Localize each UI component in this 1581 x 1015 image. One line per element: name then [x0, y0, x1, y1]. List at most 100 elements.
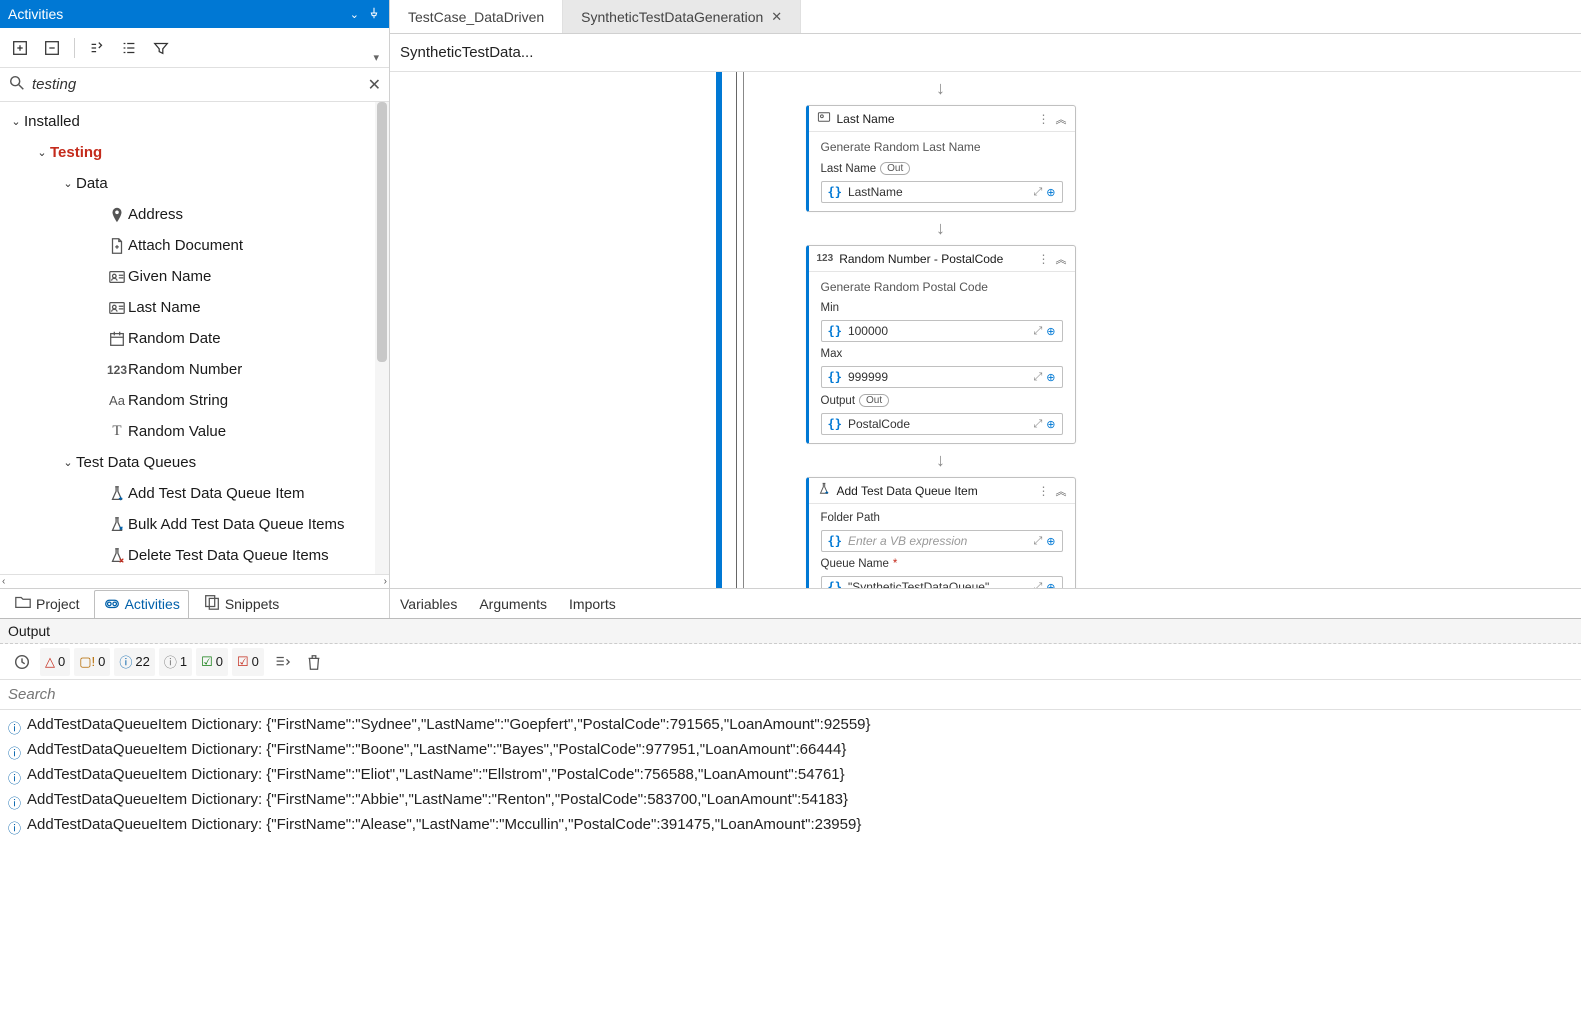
trace-filter-button[interactable]: ⓘ1 — [159, 648, 192, 676]
expand-editor-icon[interactable]: ⤢ — [1033, 581, 1042, 589]
warn-filter-button[interactable]: ▢!0 — [74, 648, 110, 676]
activity-card-random-number[interactable]: 123 Random Number - PostalCode ⋮ ︽ Gener… — [806, 245, 1076, 444]
scroll-right-icon[interactable]: › — [384, 576, 387, 587]
activity-address[interactable]: Address — [0, 199, 389, 230]
tab-variables[interactable]: Variables — [400, 596, 457, 612]
activity-delete-tdq[interactable]: Delete Test Data Queue Items — [0, 540, 389, 571]
expand-editor-icon[interactable]: ⤢ — [1033, 535, 1042, 548]
card-menu-icon[interactable]: ⋮ — [1038, 112, 1050, 126]
lastname-output-field[interactable]: {} LastName ⤢⊕ — [821, 181, 1063, 203]
tab-imports[interactable]: Imports — [569, 596, 616, 612]
log-row[interactable]: ⓘAddTestDataQueueItem Dictionary: {"Firs… — [6, 814, 1575, 839]
number-icon: 123 — [817, 253, 834, 264]
add-option-icon[interactable]: ⊕ — [1046, 581, 1055, 589]
expand-editor-icon[interactable]: ⤢ — [1033, 186, 1042, 199]
close-tab-icon[interactable]: ✕ — [771, 9, 782, 25]
activity-card-last-name[interactable]: Last Name ⋮ ︽ Generate Random Last Name … — [806, 105, 1076, 212]
tree-scrollbar[interactable] — [375, 102, 389, 574]
view-toggle-button[interactable] — [83, 34, 111, 62]
tab-synthetic[interactable]: SyntheticTestDataGeneration ✕ — [563, 0, 801, 33]
activity-add-tdq-item[interactable]: Add Test Data Queue Item — [0, 478, 389, 509]
collapse-all-button[interactable] — [38, 34, 66, 62]
tab-arguments[interactable]: Arguments — [479, 596, 547, 612]
max-field[interactable]: {}999999⤢⊕ — [821, 366, 1063, 388]
tree-node-installed[interactable]: ⌄ Installed — [0, 106, 389, 137]
add-option-icon[interactable]: ⊕ — [1046, 325, 1055, 338]
calendar-icon — [106, 330, 128, 348]
breadcrumb[interactable]: SyntheticTestData... — [390, 34, 1581, 72]
activity-random-value[interactable]: T Random Value — [0, 416, 389, 447]
activity-given-name[interactable]: Given Name — [0, 261, 389, 292]
activity-card-add-tdq[interactable]: Add Test Data Queue Item ⋮ ︽ Folder Path… — [806, 477, 1076, 588]
editor-tabs: TestCase_DataDriven SyntheticTestDataGen… — [390, 0, 1581, 34]
folder-path-field[interactable]: {}Enter a VB expression⤢⊕ — [821, 530, 1063, 552]
scroll-left-icon[interactable]: ‹ — [2, 576, 5, 587]
collapse-icon[interactable]: ︽ — [1056, 483, 1067, 499]
tab-activities[interactable]: Activities — [94, 590, 189, 618]
card-menu-icon[interactable]: ⋮ — [1038, 252, 1050, 266]
location-icon — [106, 206, 128, 224]
tree-node-data[interactable]: ⌄ Data — [0, 168, 389, 199]
tree-node-testing[interactable]: ⌄ Testing — [0, 137, 389, 168]
activity-random-string[interactable]: Aa Random String — [0, 385, 389, 416]
activity-last-name[interactable]: Last Name — [0, 292, 389, 323]
brace-icon: {} — [828, 534, 842, 548]
expand-editor-icon[interactable]: ⤢ — [1033, 325, 1042, 338]
tree-node-tdq[interactable]: ⌄ Test Data Queues — [0, 447, 389, 478]
add-option-icon[interactable]: ⊕ — [1046, 186, 1055, 199]
output-field[interactable]: {}PostalCode⤢⊕ — [821, 413, 1063, 435]
log-row[interactable]: ⓘAddTestDataQueueItem Dictionary: {"Firs… — [6, 764, 1575, 789]
log-row[interactable]: ⓘAddTestDataQueueItem Dictionary: {"Firs… — [6, 739, 1575, 764]
flow-arrow-icon: ↓ — [936, 218, 945, 239]
activity-random-date[interactable]: Random Date — [0, 323, 389, 354]
log-row[interactable]: ⓘAddTestDataQueueItem Dictionary: {"Firs… — [6, 714, 1575, 739]
output-search-input[interactable] — [0, 680, 1581, 709]
tab-project[interactable]: Project — [6, 590, 88, 617]
info-icon: ⓘ — [8, 793, 21, 812]
clear-log-button[interactable] — [300, 648, 328, 676]
add-option-icon[interactable]: ⊕ — [1046, 418, 1055, 431]
queue-name-field[interactable]: {}"SyntheticTestDataQueue"⤢⊕ — [821, 576, 1063, 588]
number-icon: 123 — [106, 363, 128, 377]
info-filter-button[interactable]: ⓘ22 — [114, 648, 154, 676]
timestamp-toggle-button[interactable] — [8, 648, 36, 676]
output-log[interactable]: ⓘAddTestDataQueueItem Dictionary: {"Firs… — [0, 710, 1581, 863]
expand-editor-icon[interactable]: ⤢ — [1033, 418, 1042, 431]
min-field[interactable]: {}100000⤢⊕ — [821, 320, 1063, 342]
info-icon: ⓘ — [8, 818, 21, 837]
panel-dropdown-icon[interactable]: ⌄ — [350, 8, 359, 21]
workflow-canvas[interactable]: ↓ Last Name ⋮ ︽ Generate Random Last Nam… — [390, 72, 1581, 588]
output-search-row — [0, 680, 1581, 710]
collapse-icon[interactable]: ︽ — [1056, 111, 1067, 127]
export-log-button[interactable] — [268, 648, 296, 676]
activity-bulk-add-tdq[interactable]: Bulk Add Test Data Queue Items — [0, 509, 389, 540]
toolbar-overflow-icon[interactable]: ▾ — [373, 51, 383, 67]
fail-filter-button[interactable]: ☑0 — [232, 648, 264, 676]
list-view-button[interactable] — [115, 34, 143, 62]
expand-editor-icon[interactable]: ⤢ — [1033, 371, 1042, 384]
success-filter-button[interactable]: ☑0 — [196, 648, 228, 676]
clear-search-icon[interactable]: ✕ — [368, 75, 381, 95]
horizontal-scrollbar[interactable]: ‹ › — [0, 574, 389, 588]
filter-button[interactable] — [147, 34, 175, 62]
chevron-down-icon: ⌄ — [34, 146, 50, 159]
error-filter-button[interactable]: △0 — [40, 648, 70, 676]
info-icon: ⓘ — [8, 718, 21, 737]
card-menu-icon[interactable]: ⋮ — [1038, 484, 1050, 498]
activities-icon — [103, 594, 121, 615]
brace-icon: {} — [828, 185, 842, 199]
pin-icon[interactable] — [367, 6, 381, 23]
log-row[interactable]: ⓘAddTestDataQueueItem Dictionary: {"Firs… — [6, 789, 1575, 814]
flask-add-icon — [817, 482, 831, 499]
add-option-icon[interactable]: ⊕ — [1046, 371, 1055, 384]
flask-add-icon — [106, 485, 128, 503]
expand-all-button[interactable] — [6, 34, 34, 62]
collapse-icon[interactable]: ︽ — [1056, 251, 1067, 267]
tab-snippets[interactable]: Snippets — [195, 590, 287, 617]
activity-random-number[interactable]: 123 Random Number — [0, 354, 389, 385]
activity-attach-document[interactable]: Attach Document — [0, 230, 389, 261]
tab-testcase[interactable]: TestCase_DataDriven — [390, 0, 563, 33]
add-option-icon[interactable]: ⊕ — [1046, 535, 1055, 548]
activities-search-input[interactable] — [32, 76, 362, 93]
info-icon: ⓘ — [8, 743, 21, 762]
